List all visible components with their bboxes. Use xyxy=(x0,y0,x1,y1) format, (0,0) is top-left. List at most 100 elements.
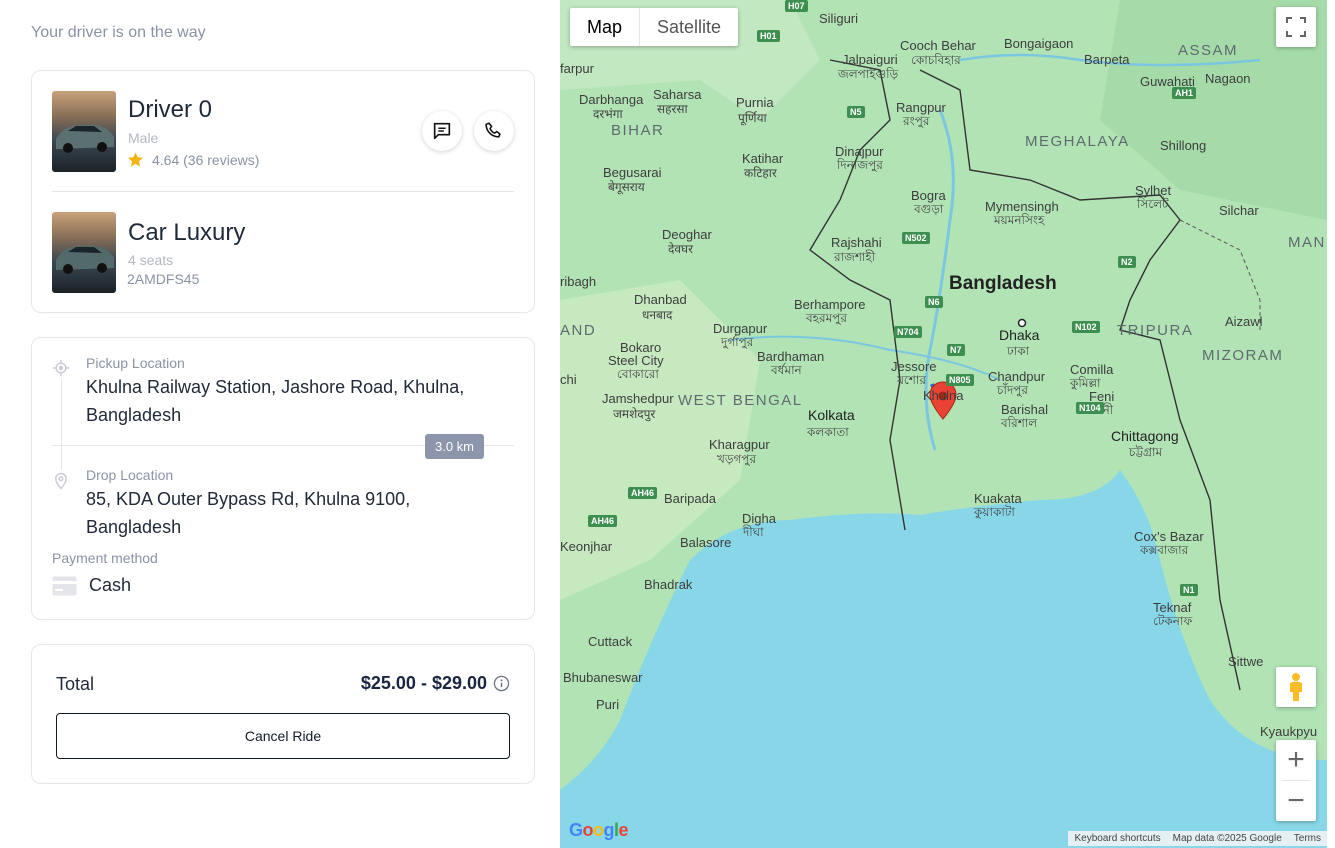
payment-method-value: Cash xyxy=(89,575,132,595)
map-label-bhubaneswar: Bhubaneswar xyxy=(563,670,643,685)
drop-address: 85, KDA Outer Bypass Rd, Khulna 9100, Ba… xyxy=(86,489,411,537)
call-driver-button[interactable] xyxy=(474,111,514,151)
pickup-address: Khulna Railway Station, Jashore Road, Kh… xyxy=(86,377,465,425)
map-base xyxy=(560,0,1327,848)
map-label-dhaka-bn: ঢাকা xyxy=(1007,344,1030,358)
vehicle-seats: 4 seats xyxy=(128,252,174,268)
ride-panel: Your driver is on the way Driver 0 Male … xyxy=(6,0,559,848)
map-label-chittagong: Chittagong xyxy=(1111,428,1179,444)
info-icon[interactable] xyxy=(493,675,510,692)
route-card: Pickup Location Khulna Railway Station, … xyxy=(31,337,535,620)
map-label-bongaigaon: Bongaigaon xyxy=(1004,36,1074,51)
fullscreen-button[interactable] xyxy=(1276,7,1316,47)
map-label-aizawl: Aizawl xyxy=(1225,314,1263,329)
map-view[interactable]: Bangladesh WEST BENGAL MEGHALAYA ASSAM T… xyxy=(560,0,1327,848)
map-label-dhaka: Dhaka xyxy=(999,327,1040,343)
road-shield: AH46 xyxy=(588,515,618,527)
map-label-puri: Puri xyxy=(596,697,620,712)
map-label-assam: ASSAM xyxy=(1178,42,1239,59)
chat-icon xyxy=(433,122,451,140)
map-label-cuttack: Cuttack xyxy=(588,634,633,649)
drop-label: Drop Location xyxy=(86,467,174,483)
map-label-man: MAN xyxy=(1288,234,1326,251)
road-shield: N1 xyxy=(1180,584,1198,596)
map-label-katihar-bn: कटिहार xyxy=(744,166,777,180)
keyboard-shortcuts-link[interactable]: Keyboard shortcuts xyxy=(1068,831,1166,846)
map-label-cooch-behar-bn: কোচবিহার xyxy=(911,53,961,67)
road-shield: AH46 xyxy=(628,487,658,499)
map-label-jessore-bn: যশোর xyxy=(897,373,926,387)
map-label-kolkata: Kolkata xyxy=(808,407,855,423)
map-label-rajshahi-bn: রাজশাহী xyxy=(834,250,876,264)
map-label-kyaukpyu: Kyaukpyu xyxy=(1260,724,1318,739)
driver-name: Driver 0 xyxy=(128,96,213,123)
cancel-ride-button[interactable]: Cancel Ride xyxy=(56,713,510,759)
map-label-keonjhar: Keonjhar xyxy=(560,539,613,554)
payment-method-label: Payment method xyxy=(52,550,158,566)
map-label-jalpaiguri: Jalpaiguri xyxy=(842,52,898,67)
map-label-darbhanga-bn: दरभंगा xyxy=(593,107,623,121)
ride-status: Your driver is on the way xyxy=(31,24,206,41)
map-label-bokaro-bn: বোকারো xyxy=(617,367,659,381)
map-type-control: Map Satellite xyxy=(570,8,739,46)
map-label-chandpur-bn: চাঁদপুর xyxy=(997,383,1029,397)
map-label-dhanbad: Dhanbad xyxy=(634,292,687,307)
zoom-out-button[interactable]: − xyxy=(1276,781,1316,821)
map-label-tripura: TRIPURA xyxy=(1117,322,1194,339)
map-label-jamshedpur: Jamshedpur xyxy=(602,391,674,406)
map-label-kuakata-bn: কুয়াকাটা xyxy=(974,505,1015,519)
map-label-deoghar-bn: देवघर xyxy=(668,242,694,256)
road-shield: N7 xyxy=(947,344,965,356)
pickup-label: Pickup Location xyxy=(86,355,185,371)
map-label-mizoram: MIZORAM xyxy=(1202,347,1284,364)
map-label-kharagpur: Kharagpur xyxy=(709,437,770,452)
map-label-khulna: Khulna xyxy=(923,388,964,403)
rating-text: 4.64 (36 reviews) xyxy=(152,151,260,168)
map-label-berhampore-bn: বহরমপুর xyxy=(806,311,847,325)
vehicle-image xyxy=(52,212,116,293)
map-label-durgapur-bn: দুর্গাপুর xyxy=(721,335,754,349)
map-label-kolkata-bn: কলকাতা xyxy=(807,425,849,439)
pegman-icon xyxy=(1290,673,1302,701)
map-label-kharagpur-bn: খড়গপুর xyxy=(717,452,757,466)
map-label-begusarai-bn: बेगूसराय xyxy=(608,180,645,194)
phone-icon xyxy=(485,122,501,138)
map-type-satellite-button[interactable]: Satellite xyxy=(639,8,738,46)
map-label-bhadrak: Bhadrak xyxy=(644,577,693,592)
map-type-map-button[interactable]: Map xyxy=(570,8,639,46)
driver-rating: 4.64 (36 reviews) xyxy=(127,151,259,168)
pickup-location-icon xyxy=(52,359,70,377)
terms-link[interactable]: Terms xyxy=(1288,831,1327,846)
road-shield: N704 xyxy=(894,326,922,338)
road-shield: N5 xyxy=(847,106,865,118)
map-label-west-bengal: WEST BENGAL xyxy=(678,392,803,409)
map-label-sylhet-bn: সিলেট xyxy=(1137,197,1169,211)
road-shield: N2 xyxy=(1118,256,1136,268)
map-label-mymensingh-bn: ময়মনসিংহ xyxy=(994,213,1045,227)
map-label-shillong: Shillong xyxy=(1160,138,1207,153)
map-label-silchar: Silchar xyxy=(1219,203,1259,218)
credit-card-icon xyxy=(52,576,77,596)
map-label-sittwe: Sittwe xyxy=(1228,654,1264,669)
map-label-baripada: Baripada xyxy=(664,491,717,506)
road-shield: AH1 xyxy=(1172,87,1197,99)
map-label-ribagh: ribagh xyxy=(560,274,597,289)
map-label-bogra-bn: বগুড়া xyxy=(914,202,944,216)
street-view-pegman-button[interactable] xyxy=(1276,667,1316,707)
driver-gender: Male xyxy=(128,130,159,146)
map-label-coxs-bazar-bn: কক্সবাজার xyxy=(1140,543,1189,557)
road-shield: H07 xyxy=(785,0,808,12)
map-label-digha-bn: দীঘা xyxy=(743,525,764,539)
google-logo: Google xyxy=(569,820,629,840)
road-shield: N102 xyxy=(1072,321,1100,333)
zoom-in-button[interactable]: + xyxy=(1276,740,1316,780)
app-root: Your driver is on the way Driver 0 Male … xyxy=(0,0,1335,848)
map-label-barpeta: Barpeta xyxy=(1084,52,1130,67)
map-data-text: Map data ©2025 Google xyxy=(1172,833,1282,844)
map-label-rajshahi: Rajshahi xyxy=(831,235,882,250)
total-label: Total xyxy=(56,674,95,694)
message-driver-button[interactable] xyxy=(422,111,462,151)
map-label-balasore: Balasore xyxy=(680,535,732,550)
map-label-bihar: BIHAR xyxy=(611,122,665,139)
map-label-dhanbad-bn: धनबाद xyxy=(642,308,673,322)
